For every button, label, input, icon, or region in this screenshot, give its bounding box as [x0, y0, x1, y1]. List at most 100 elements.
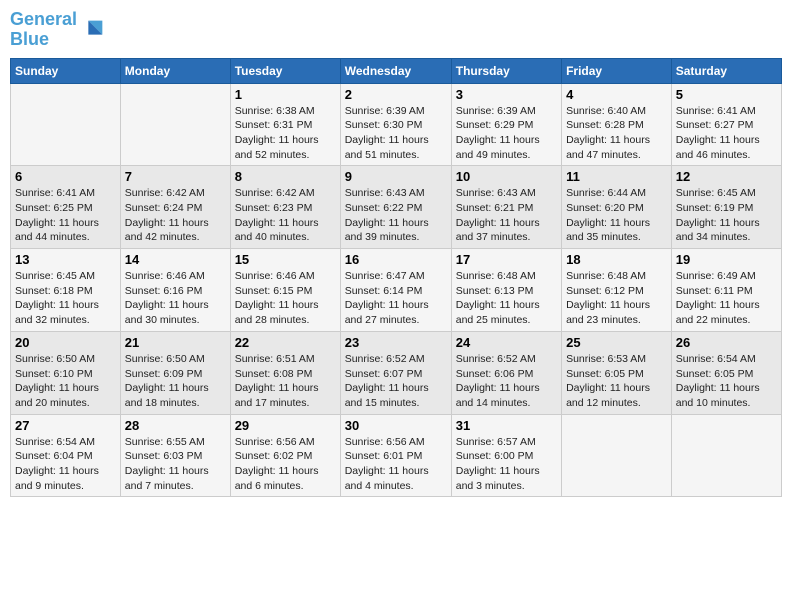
day-info: Sunrise: 6:51 AMSunset: 6:08 PMDaylight:…: [235, 352, 336, 411]
day-number: 7: [125, 169, 226, 184]
logo-text: General Blue: [10, 10, 77, 50]
day-number: 9: [345, 169, 447, 184]
day-number: 5: [676, 87, 777, 102]
day-number: 28: [125, 418, 226, 433]
calendar-week-row: 1 Sunrise: 6:38 AMSunset: 6:31 PMDaylight…: [11, 83, 782, 166]
column-header-sunday: Sunday: [11, 58, 121, 83]
day-info: Sunrise: 6:47 AMSunset: 6:14 PMDaylight:…: [345, 269, 447, 328]
calendar-cell: 27 Sunrise: 6:54 AMSunset: 6:04 PMDayligh…: [11, 414, 121, 497]
day-number: 17: [456, 252, 557, 267]
calendar-cell: 25 Sunrise: 6:53 AMSunset: 6:05 PMDayligh…: [562, 331, 672, 414]
calendar-cell: [562, 414, 672, 497]
day-info: Sunrise: 6:56 AMSunset: 6:01 PMDaylight:…: [345, 435, 447, 494]
day-info: Sunrise: 6:40 AMSunset: 6:28 PMDaylight:…: [566, 104, 667, 163]
day-info: Sunrise: 6:49 AMSunset: 6:11 PMDaylight:…: [676, 269, 777, 328]
calendar-cell: 20 Sunrise: 6:50 AMSunset: 6:10 PMDayligh…: [11, 331, 121, 414]
day-number: 14: [125, 252, 226, 267]
calendar-cell: 10Sunrise: 6:43 AMSunset: 6:21 PMDayligh…: [451, 166, 561, 249]
day-info: Sunrise: 6:57 AMSunset: 6:00 PMDaylight:…: [456, 435, 557, 494]
day-number: 23: [345, 335, 447, 350]
day-number: 16: [345, 252, 447, 267]
day-number: 18: [566, 252, 667, 267]
calendar-cell: 9 Sunrise: 6:43 AMSunset: 6:22 PMDaylight…: [340, 166, 451, 249]
calendar-cell: 15Sunrise: 6:46 AMSunset: 6:15 PMDayligh…: [230, 249, 340, 332]
logo-icon: [79, 16, 107, 44]
day-number: 1: [235, 87, 336, 102]
calendar-cell: 6 Sunrise: 6:41 AMSunset: 6:25 PMDaylight…: [11, 166, 121, 249]
day-info: Sunrise: 6:50 AMSunset: 6:09 PMDaylight:…: [125, 352, 226, 411]
day-info: Sunrise: 6:41 AMSunset: 6:25 PMDaylight:…: [15, 186, 116, 245]
calendar-cell: 24 Sunrise: 6:52 AMSunset: 6:06 PMDayligh…: [451, 331, 561, 414]
day-number: 27: [15, 418, 116, 433]
column-header-monday: Monday: [120, 58, 230, 83]
day-number: 19: [676, 252, 777, 267]
calendar-cell: 14Sunrise: 6:46 AMSunset: 6:16 PMDayligh…: [120, 249, 230, 332]
calendar-cell: 29 Sunrise: 6:56 AMSunset: 6:02 PMDayligh…: [230, 414, 340, 497]
day-number: 26: [676, 335, 777, 350]
day-number: 31: [456, 418, 557, 433]
day-number: 6: [15, 169, 116, 184]
calendar-cell: [11, 83, 121, 166]
calendar-week-row: 13Sunrise: 6:45 AMSunset: 6:18 PMDayligh…: [11, 249, 782, 332]
logo: General Blue: [10, 10, 107, 50]
day-number: 25: [566, 335, 667, 350]
day-info: Sunrise: 6:52 AMSunset: 6:06 PMDaylight:…: [456, 352, 557, 411]
calendar-cell: 31 Sunrise: 6:57 AMSunset: 6:00 PMDayligh…: [451, 414, 561, 497]
calendar-cell: 16 Sunrise: 6:47 AMSunset: 6:14 PMDayligh…: [340, 249, 451, 332]
calendar-cell: 21Sunrise: 6:50 AMSunset: 6:09 PMDayligh…: [120, 331, 230, 414]
day-info: Sunrise: 6:56 AMSunset: 6:02 PMDaylight:…: [235, 435, 336, 494]
day-info: Sunrise: 6:50 AMSunset: 6:10 PMDaylight:…: [15, 352, 116, 411]
calendar-header-row: SundayMondayTuesdayWednesdayThursdayFrid…: [11, 58, 782, 83]
day-info: Sunrise: 6:45 AMSunset: 6:19 PMDaylight:…: [676, 186, 777, 245]
day-number: 13: [15, 252, 116, 267]
day-number: 4: [566, 87, 667, 102]
calendar-cell: 17 Sunrise: 6:48 AMSunset: 6:13 PMDayligh…: [451, 249, 561, 332]
column-header-tuesday: Tuesday: [230, 58, 340, 83]
calendar-cell: [671, 414, 781, 497]
calendar-table: SundayMondayTuesdayWednesdayThursdayFrid…: [10, 58, 782, 498]
day-info: Sunrise: 6:48 AMSunset: 6:13 PMDaylight:…: [456, 269, 557, 328]
day-info: Sunrise: 6:42 AMSunset: 6:24 PMDaylight:…: [125, 186, 226, 245]
column-header-friday: Friday: [562, 58, 672, 83]
calendar-cell: 5Sunrise: 6:41 AMSunset: 6:27 PMDaylight…: [671, 83, 781, 166]
calendar-cell: 3Sunrise: 6:39 AMSunset: 6:29 PMDaylight…: [451, 83, 561, 166]
calendar-cell: 18 Sunrise: 6:48 AMSunset: 6:12 PMDayligh…: [562, 249, 672, 332]
day-info: Sunrise: 6:43 AMSunset: 6:21 PMDaylight:…: [456, 186, 557, 245]
column-header-saturday: Saturday: [671, 58, 781, 83]
calendar-cell: 19 Sunrise: 6:49 AMSunset: 6:11 PMDayligh…: [671, 249, 781, 332]
day-info: Sunrise: 6:38 AMSunset: 6:31 PMDaylight:…: [235, 104, 336, 163]
calendar-cell: 1 Sunrise: 6:38 AMSunset: 6:31 PMDaylight…: [230, 83, 340, 166]
calendar-cell: 26Sunrise: 6:54 AMSunset: 6:05 PMDayligh…: [671, 331, 781, 414]
calendar-cell: 11 Sunrise: 6:44 AMSunset: 6:20 PMDayligh…: [562, 166, 672, 249]
calendar-week-row: 27 Sunrise: 6:54 AMSunset: 6:04 PMDayligh…: [11, 414, 782, 497]
calendar-cell: 4 Sunrise: 6:40 AMSunset: 6:28 PMDaylight…: [562, 83, 672, 166]
day-info: Sunrise: 6:54 AMSunset: 6:04 PMDaylight:…: [15, 435, 116, 494]
day-number: 30: [345, 418, 447, 433]
calendar-cell: [120, 83, 230, 166]
day-number: 3: [456, 87, 557, 102]
calendar-cell: 28Sunrise: 6:55 AMSunset: 6:03 PMDayligh…: [120, 414, 230, 497]
day-number: 8: [235, 169, 336, 184]
day-info: Sunrise: 6:39 AMSunset: 6:30 PMDaylight:…: [345, 104, 447, 163]
calendar-cell: 23 Sunrise: 6:52 AMSunset: 6:07 PMDayligh…: [340, 331, 451, 414]
column-header-thursday: Thursday: [451, 58, 561, 83]
day-info: Sunrise: 6:43 AMSunset: 6:22 PMDaylight:…: [345, 186, 447, 245]
calendar-cell: 22Sunrise: 6:51 AMSunset: 6:08 PMDayligh…: [230, 331, 340, 414]
day-info: Sunrise: 6:42 AMSunset: 6:23 PMDaylight:…: [235, 186, 336, 245]
calendar-cell: 7 Sunrise: 6:42 AMSunset: 6:24 PMDaylight…: [120, 166, 230, 249]
calendar-cell: 12Sunrise: 6:45 AMSunset: 6:19 PMDayligh…: [671, 166, 781, 249]
day-number: 24: [456, 335, 557, 350]
calendar-cell: 8 Sunrise: 6:42 AMSunset: 6:23 PMDaylight…: [230, 166, 340, 249]
day-info: Sunrise: 6:48 AMSunset: 6:12 PMDaylight:…: [566, 269, 667, 328]
day-number: 11: [566, 169, 667, 184]
calendar-cell: 30 Sunrise: 6:56 AMSunset: 6:01 PMDayligh…: [340, 414, 451, 497]
calendar-week-row: 6 Sunrise: 6:41 AMSunset: 6:25 PMDaylight…: [11, 166, 782, 249]
day-info: Sunrise: 6:44 AMSunset: 6:20 PMDaylight:…: [566, 186, 667, 245]
column-header-wednesday: Wednesday: [340, 58, 451, 83]
day-info: Sunrise: 6:52 AMSunset: 6:07 PMDaylight:…: [345, 352, 447, 411]
day-number: 29: [235, 418, 336, 433]
day-number: 20: [15, 335, 116, 350]
day-number: 2: [345, 87, 447, 102]
day-info: Sunrise: 6:53 AMSunset: 6:05 PMDaylight:…: [566, 352, 667, 411]
day-number: 15: [235, 252, 336, 267]
